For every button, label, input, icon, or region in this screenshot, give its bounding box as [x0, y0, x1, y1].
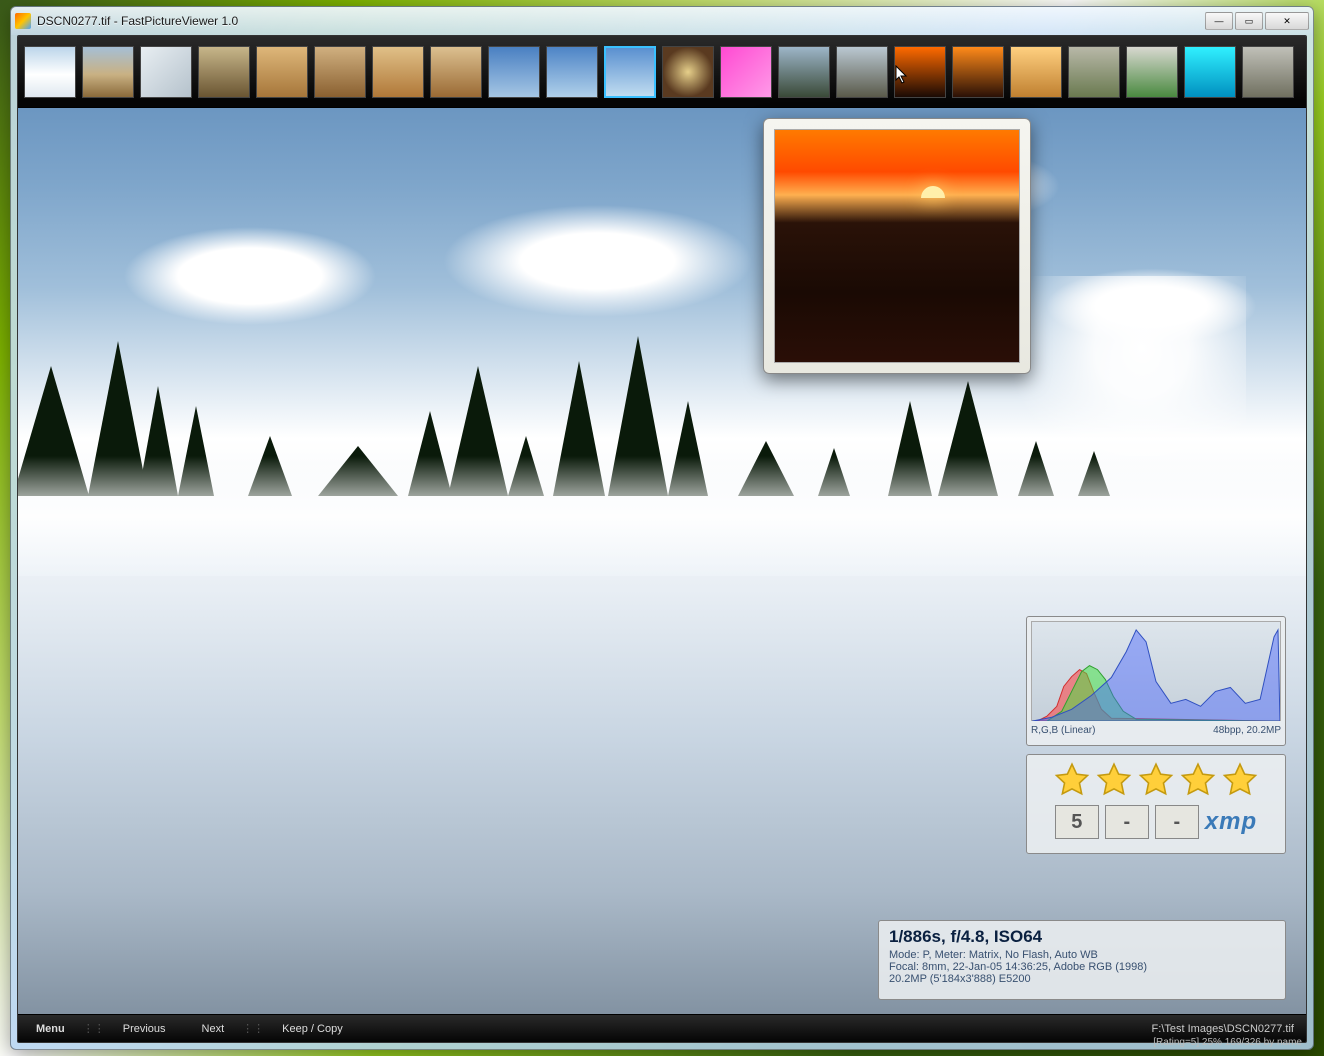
rating-panel[interactable]: 5 - - xmp: [1026, 754, 1286, 854]
star-icon[interactable]: [1221, 761, 1259, 799]
histogram-plot: [1031, 621, 1281, 721]
thumbnail[interactable]: [1184, 46, 1236, 98]
window-title: DSCN0277.tif - FastPictureViewer 1.0: [37, 14, 1205, 28]
status-text: [Rating=5] 25% 169/326 by name: [1153, 1037, 1302, 1048]
thumbnail[interactable]: [430, 46, 482, 98]
main-image[interactable]: [18, 36, 1306, 1042]
app-window: DSCN0277.tif - FastPictureViewer 1.0 — ▭…: [10, 6, 1314, 1050]
next-button[interactable]: Next: [184, 1023, 243, 1035]
bottombar-separator: ⋮⋮: [83, 1022, 105, 1035]
histogram-label-right: 48bpp, 20.2MP: [1213, 725, 1281, 736]
thumbnail[interactable]: [778, 46, 830, 98]
exif-headline: 1/886s, f/4.8, ISO64: [889, 927, 1275, 947]
thumbnail[interactable]: [546, 46, 598, 98]
thumbnail[interactable]: [1242, 46, 1294, 98]
titlebar[interactable]: DSCN0277.tif - FastPictureViewer 1.0 — ▭…: [11, 7, 1313, 35]
close-button[interactable]: ✕: [1265, 12, 1309, 30]
thumbnail[interactable]: [894, 46, 946, 98]
file-path: F:\Test Images\DSCN0277.tif: [361, 1023, 1306, 1035]
rating-label-box-2[interactable]: -: [1155, 805, 1199, 839]
keep-copy-button[interactable]: Keep / Copy: [264, 1023, 361, 1035]
maximize-button[interactable]: ▭: [1235, 12, 1263, 30]
star-icon[interactable]: [1179, 761, 1217, 799]
exif-panel[interactable]: 1/886s, f/4.8, ISO64 Mode: P, Meter: Mat…: [878, 920, 1286, 1000]
thumbnail[interactable]: [314, 46, 366, 98]
rating-value-box[interactable]: 5: [1055, 805, 1099, 839]
exif-line-2: Focal: 8mm, 22-Jan-05 14:36:25, Adobe RG…: [889, 961, 1275, 973]
thumbnail[interactable]: [604, 46, 656, 98]
thumbnail[interactable]: [140, 46, 192, 98]
minimize-button[interactable]: —: [1205, 12, 1233, 30]
bottom-bar: Menu ⋮⋮ Previous Next ⋮⋮ Keep / Copy F:\…: [18, 1014, 1306, 1042]
thumbnail[interactable]: [82, 46, 134, 98]
thumbnail[interactable]: [1010, 46, 1062, 98]
preview-image: [774, 129, 1020, 363]
histogram-label-left: R,G,B (Linear): [1031, 725, 1095, 736]
thumbnail[interactable]: [720, 46, 772, 98]
thumbnail-strip[interactable]: [18, 36, 1306, 108]
star-icon[interactable]: [1095, 761, 1133, 799]
star-icon[interactable]: [1053, 761, 1091, 799]
thumbnail[interactable]: [372, 46, 424, 98]
thumbnail[interactable]: [1126, 46, 1178, 98]
thumbnail[interactable]: [256, 46, 308, 98]
main-image-mist: [18, 456, 1306, 576]
app-icon: [15, 13, 31, 29]
previous-button[interactable]: Previous: [105, 1023, 184, 1035]
xmp-logo: xmp: [1205, 808, 1257, 836]
thumbnail[interactable]: [24, 46, 76, 98]
thumbnail[interactable]: [1068, 46, 1120, 98]
rating-label-box-1[interactable]: -: [1105, 805, 1149, 839]
window-controls: — ▭ ✕: [1205, 12, 1309, 30]
histogram-panel[interactable]: R,G,B (Linear) 48bpp, 20.2MP: [1026, 616, 1286, 746]
menu-button[interactable]: Menu: [18, 1023, 83, 1035]
exif-line-1: Mode: P, Meter: Matrix, No Flash, Auto W…: [889, 949, 1275, 961]
thumbnail[interactable]: [952, 46, 1004, 98]
viewport: R,G,B (Linear) 48bpp, 20.2MP 5 - - xmp 1…: [17, 35, 1307, 1043]
thumbnail[interactable]: [198, 46, 250, 98]
star-icon[interactable]: [1137, 761, 1175, 799]
thumbnail[interactable]: [662, 46, 714, 98]
thumbnail[interactable]: [488, 46, 540, 98]
exif-line-3: 20.2MP (5'184x3'888) E5200: [889, 973, 1275, 985]
thumbnail[interactable]: [836, 46, 888, 98]
star-row: [1033, 761, 1279, 799]
bottombar-separator: ⋮⋮: [242, 1022, 264, 1035]
preview-popup[interactable]: [763, 118, 1031, 374]
